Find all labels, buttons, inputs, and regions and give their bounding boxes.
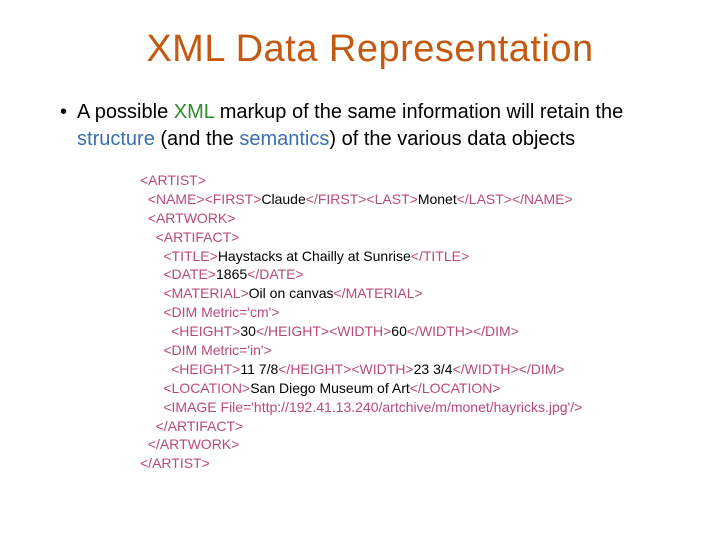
tag: <DATE> [140,266,216,282]
tag: </LOCATION> [410,380,501,396]
tag: </HEIGHT><WIDTH> [278,361,413,377]
tag: <ARTIST> [140,172,206,188]
tag: <HEIGHT> [140,323,240,339]
tag: <IMAGE File='http://192.41.13.240/artchi… [140,399,582,415]
tag: </TITLE> [411,248,469,264]
tag: </WIDTH></DIM> [453,361,565,377]
text: Claude [261,191,305,207]
tag: </MATERIAL> [334,285,423,301]
tag: </HEIGHT><WIDTH> [256,323,391,339]
highlight-semantics: semantics [239,128,329,150]
tag: <ARTIFACT> [140,229,239,245]
text: Haystacks at Chailly at Sunrise [218,248,411,264]
bullet-item: • A possible XML markup of the same info… [60,99,680,153]
tag: </LAST></NAME> [457,191,573,207]
highlight-structure: structure [77,128,155,150]
text: Monet [418,191,457,207]
highlight-xml: XML [174,101,214,123]
tag: </WIDTH></DIM> [407,323,519,339]
slide: XML Data Representation • A possible XML… [0,0,720,540]
tag: </ARTWORK> [140,436,239,452]
tag: </DATE> [247,266,304,282]
text: (and the [155,128,240,150]
text: markup of the same information will reta… [214,101,623,123]
tag: <DIM Metric='in'> [140,342,272,358]
xml-code-block: <ARTIST> <NAME><FIRST>Claude</FIRST><LAS… [140,171,680,473]
tag: <MATERIAL> [140,285,249,301]
text: 23 3/4 [414,361,453,377]
text: San Diego Museum of Art [250,380,410,396]
tag: <ARTWORK> [140,210,235,226]
slide-title: XML Data Representation [60,28,680,71]
tag: <TITLE> [140,248,218,264]
tag: <LOCATION> [140,380,250,396]
text: A possible [77,101,174,123]
text: 60 [391,323,407,339]
text: 11 7/8 [240,361,278,377]
bullet-dot: • [60,99,67,153]
text: 30 [240,323,256,339]
tag: </ARTIFACT> [140,418,243,434]
text: 1865 [216,266,247,282]
tag: <DIM Metric='cm'> [140,304,280,320]
text: Oil on canvas [249,285,334,301]
tag: <NAME><FIRST> [140,191,261,207]
tag: <HEIGHT> [140,361,240,377]
tag: </FIRST><LAST> [306,191,418,207]
tag: </ARTIST> [140,455,210,471]
text: ) of the various data objects [329,128,575,150]
bullet-text: A possible XML markup of the same inform… [77,99,680,153]
